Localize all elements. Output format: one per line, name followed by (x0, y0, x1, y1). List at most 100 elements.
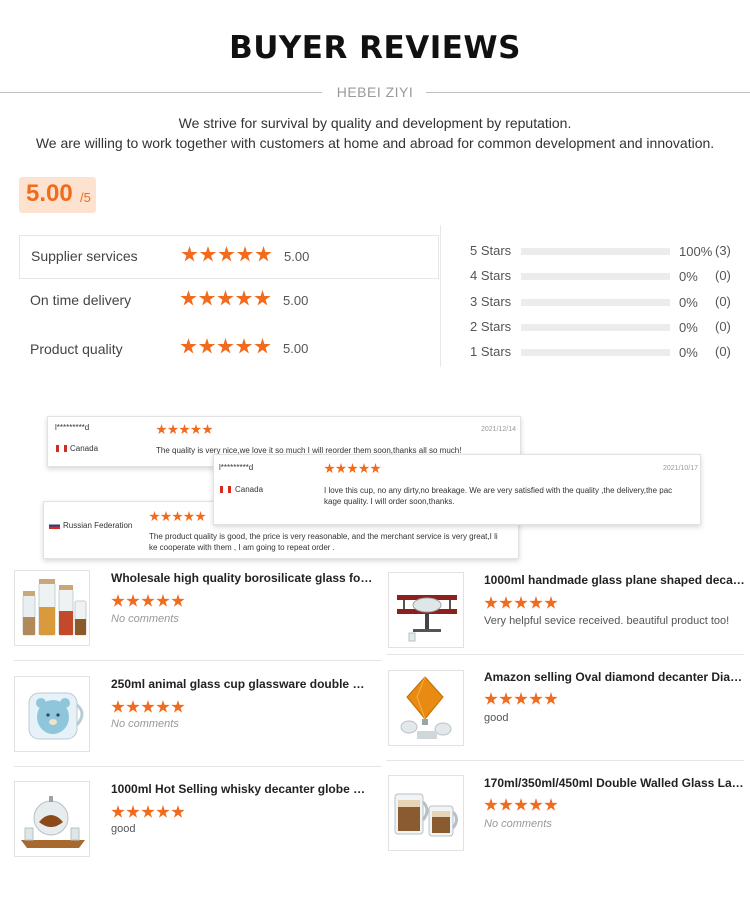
breakdown-label: 5 Stars (470, 243, 512, 258)
breakdown-count: (3) (715, 243, 731, 258)
star-icon (126, 594, 140, 607)
breakdown-row-5: 5 Stars 100% (3) (470, 241, 740, 261)
intro-line-2: We are willing to work together with cus… (35, 135, 715, 151)
product-thumbnail-plane-decanter[interactable] (388, 572, 464, 648)
breakdown-label: 4 Stars (470, 268, 512, 283)
star-icon (235, 290, 253, 306)
star-rating (180, 338, 273, 360)
product-name[interactable]: 250ml animal glass cup glassware double … (111, 677, 373, 691)
divider (386, 654, 744, 655)
product-item[interactable]: Wholesale high quality borosilicate glas… (14, 570, 384, 670)
product-comment: Very helpful sevice received. beautiful … (484, 615, 730, 627)
star-icon (111, 700, 125, 713)
star-icon (358, 463, 370, 474)
star-icon (181, 246, 198, 262)
star-icon (171, 700, 185, 713)
star-icon (254, 338, 271, 354)
product-stars (484, 692, 559, 711)
star-icon (499, 798, 513, 811)
product-name[interactable]: Amazon selling Oval diamond decanter Dia… (484, 670, 746, 684)
star-icon (370, 463, 381, 474)
review-text-line-1: The product quality is good, the price i… (149, 532, 498, 541)
breakdown-bar (521, 349, 670, 356)
product-stars (111, 700, 186, 719)
star-icon (141, 805, 155, 818)
intro-line-1: We strive for survival by quality and de… (178, 115, 572, 131)
reviewer-country: Canada (235, 485, 264, 494)
canada-flag-icon (220, 486, 231, 493)
reviewer-country: Russian Federation (63, 521, 133, 530)
score-label: On time delivery (30, 292, 132, 308)
star-icon (179, 424, 190, 435)
product-name[interactable]: Wholesale high quality borosilicate glas… (111, 571, 373, 585)
star-icon (156, 424, 167, 435)
star-icon (484, 596, 498, 609)
review-text-line-2: ke cooperate with them , I am going to r… (149, 543, 335, 552)
canada-flag-icon (56, 445, 67, 452)
product-thumbnail-globe-decanter[interactable] (14, 781, 90, 857)
russia-flag-icon (49, 522, 60, 529)
divider (14, 660, 382, 661)
star-icon (198, 338, 216, 354)
page-title: BUYER REVIEWS (229, 30, 521, 66)
review-text-line-2: kage quality. I will order soon,thanks. (324, 497, 455, 506)
star-icon (324, 463, 335, 474)
breakdown-percent: 0% (679, 320, 698, 335)
review-stars (324, 463, 382, 476)
product-thumbnail-diamond-decanter[interactable] (388, 670, 464, 746)
star-icon (190, 424, 202, 435)
star-icon (149, 511, 160, 522)
star-icon (514, 798, 528, 811)
star-icon (544, 798, 558, 811)
product-item[interactable]: 1000ml Hot Selling whisky decanter globe… (14, 781, 384, 881)
star-icon (156, 700, 170, 713)
breakdown-bar (521, 299, 670, 306)
product-comment: good (484, 712, 509, 724)
product-item[interactable]: 250ml animal glass cup glassware double … (14, 676, 384, 776)
product-thumbnail-jars[interactable] (14, 570, 90, 646)
breakdown-count: (0) (715, 294, 731, 309)
star-icon (514, 596, 528, 609)
breakdown-label: 3 Stars (470, 294, 512, 309)
score-label: Product quality (30, 341, 123, 357)
star-icon (236, 246, 254, 262)
breakdown-percent: 100% (679, 244, 713, 259)
star-icon (195, 511, 206, 522)
star-rating (180, 290, 273, 312)
product-thumbnail-bear-cup[interactable] (14, 676, 90, 752)
star-icon (111, 805, 125, 818)
star-icon (335, 463, 347, 474)
product-name[interactable]: 170ml/350ml/450ml Double Walled Glass La… (484, 776, 746, 790)
star-icon (202, 424, 213, 435)
star-icon (156, 594, 170, 607)
breakdown-row-2: 2 Stars 0% (0) (470, 317, 740, 337)
breakdown-count: (0) (715, 319, 731, 334)
star-icon (217, 290, 234, 306)
star-icon (172, 511, 183, 522)
star-icon (254, 290, 271, 306)
reviewer-country: Canada (70, 444, 99, 453)
product-name[interactable]: 1000ml Hot Selling whisky decanter globe… (111, 782, 373, 796)
score-value: 5.00 (283, 341, 309, 356)
product-item[interactable]: Amazon selling Oval diamond decanter Dia… (388, 670, 746, 770)
product-item[interactable]: 170ml/350ml/450ml Double Walled Glass La… (388, 775, 746, 875)
score-value: 5.00 (283, 293, 309, 308)
star-icon (167, 424, 179, 435)
breakdown-bar (521, 273, 670, 280)
product-thumbnail-latte-cups[interactable] (388, 775, 464, 851)
score-row-supplier-services: Supplier services 5.00 (19, 235, 439, 279)
score-label: Supplier services (31, 248, 138, 264)
product-item[interactable]: 1000ml handmade glass plane shaped decan… (388, 572, 746, 672)
star-icon (235, 338, 253, 354)
breakdown-percent: 0% (679, 269, 698, 284)
star-icon (529, 596, 543, 609)
breakdown-percent: 0% (679, 295, 698, 310)
product-name[interactable]: 1000ml handmade glass plane shaped decan… (484, 573, 746, 587)
star-icon (111, 594, 125, 607)
breakdown-label: 1 Stars (470, 344, 512, 359)
star-icon (514, 692, 528, 705)
star-icon (171, 805, 185, 818)
star-icon (141, 700, 155, 713)
product-comment: No comments (111, 613, 179, 625)
star-icon (529, 798, 543, 811)
